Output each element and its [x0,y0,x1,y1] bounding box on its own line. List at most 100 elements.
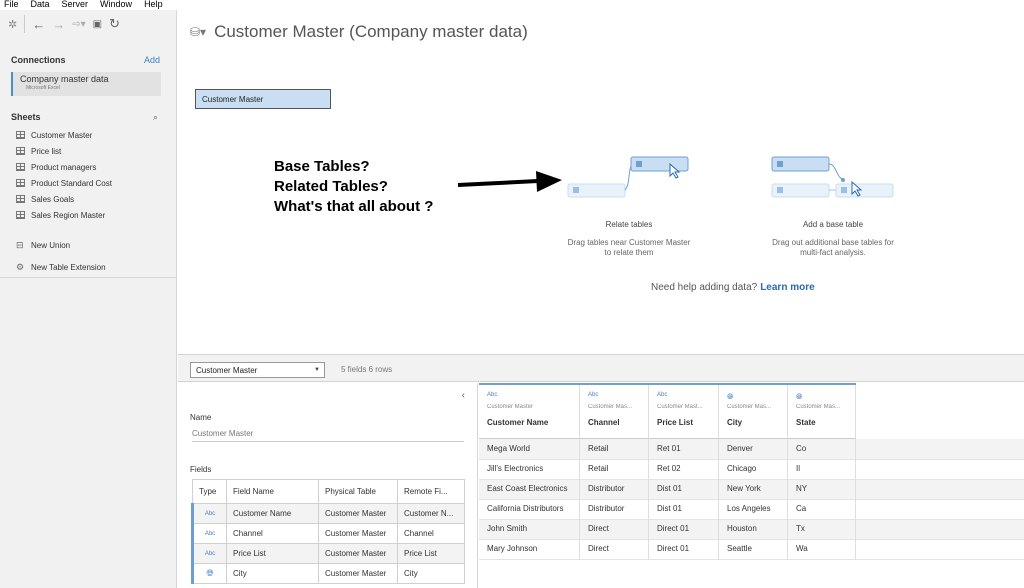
grid-cell: Los Angeles [719,499,788,519]
grid-cell: Chicago [719,459,788,479]
grid-cell: Wa [788,539,856,559]
type-badge[interactable]: Abc [191,543,227,564]
base-table-illustration [771,156,894,198]
globe-icon[interactable]: 🌐︎ [727,392,787,402]
grid-cell: Dist 01 [649,499,719,519]
column-header[interactable]: Remote Fi... [397,479,465,504]
grid-cell: Mega World [479,439,580,459]
grid-cell: California Distributors [479,499,580,519]
sheet-item[interactable]: Sales Region Master [16,207,112,223]
menu-file[interactable]: File [4,0,19,10]
tableau-logo-icon[interactable]: ✲ [8,18,17,31]
refresh-icon[interactable]: ↻ [109,16,120,32]
grid-cell: Direct [580,519,649,539]
sidebar-divider [0,277,176,278]
extra-actions: ⊟ New Union ⚙ New Table Extension [16,234,106,278]
table-row[interactable]: 🌐︎ City Customer Master City [191,563,465,584]
grid-cell: Retail [580,459,649,479]
connections-title: Connections [11,55,66,65]
relate-tables-desc: Drag tables near Customer Master to rela… [567,238,691,257]
connect-icon[interactable]: ⇨▾ [72,19,85,30]
column-header[interactable]: Type [192,479,227,504]
grid-cell: Denver [719,439,788,459]
chevron-down-icon: ▼ [314,367,320,373]
grid-cell: Houston [719,519,788,539]
column-header[interactable]: 🌐︎ Customer Mas... State [788,385,856,439]
data-sidebar: ✲ ← → ⇨▾ ▣ ↻ Connections Add Company mas… [0,10,177,588]
grid-cell: Tx [788,519,856,539]
add-connection-link[interactable]: Add [144,55,160,65]
grid-column: Abc Customer Mast... Price List Ret 01 R… [649,385,719,559]
extension-icon: ⚙ [16,261,25,272]
connection-type: Microsoft Excel [26,85,60,91]
annotation-arrow-icon [458,171,562,192]
learn-more-link[interactable]: Learn more [760,282,814,293]
fields-header-row: Type Field Name Physical Table Remote Fi… [192,479,465,504]
forward-arrow-icon[interactable]: → [52,17,65,32]
grid-cell: Mary Johnson [479,539,580,559]
sheet-item[interactable]: Price list [16,143,112,159]
data-source-title[interactable]: ⛁▾ Customer Master (Company master data) [190,22,528,42]
grid-cell: NY [788,479,856,499]
grid-cell: New York [719,479,788,499]
sheet-item[interactable]: Sales Goals [16,191,112,207]
column-header[interactable]: Abc Customer Mas... Channel [580,385,649,439]
sheet-item[interactable]: Product Standard Cost [16,175,112,191]
grid-cell: John Smith [479,519,580,539]
grid-column: 🌐︎ Customer Mas... State Co Il NY Ca Tx … [788,385,856,559]
database-icon: ⛁▾ [190,25,207,39]
save-icon[interactable]: ▣ [93,19,102,30]
grid-cell: Co [788,439,856,459]
type-badge[interactable]: Abc [191,523,227,544]
table-icon [16,163,25,171]
search-icon[interactable]: ⌕ [153,112,158,123]
grid-cell: Distributor [580,499,649,519]
customer-master-table-chip[interactable]: Customer Master [195,89,331,109]
new-table-extension-item[interactable]: ⚙ New Table Extension [16,256,106,278]
base-table-desc: Drag out additional base tables for mult… [772,238,894,257]
relate-tables-title: Relate tables [605,220,653,229]
base-table-title: Add a base table [802,220,864,229]
grid-column: Abc Customer Master Customer Name Mega W… [479,385,580,559]
connection-item[interactable]: Company master data Microsoft Excel [11,72,161,96]
back-arrow-icon[interactable]: ← [32,17,45,32]
table-row[interactable]: Abc Price List Customer Master Price Lis… [191,543,465,564]
table-row[interactable]: Abc Channel Customer Master Channel [191,523,465,544]
metadata-panel: ‹ Name Customer Master Fields Type Field… [178,383,478,588]
menu-window[interactable]: Window [100,0,132,10]
toolbar: ✲ ← → ⇨▾ ▣ ↻ [0,10,177,38]
table-row[interactable]: Abc Customer Name Customer Master Custom… [191,503,465,524]
grid-column: 🌐︎ Customer Mas... City Denver Chicago N… [719,385,788,559]
relate-tables-illustration [567,156,689,198]
globe-icon[interactable]: 🌐︎ [796,392,855,402]
table-select[interactable]: Customer Master ▼ [190,362,325,378]
table-name-field[interactable]: Customer Master [192,429,464,442]
help-line: Need help adding data? Learn more [651,282,815,293]
menu-server[interactable]: Server [62,0,89,10]
column-header[interactable]: Field Name [226,479,319,504]
menu-help[interactable]: Help [144,0,163,10]
menu-data[interactable]: Data [31,0,50,10]
grid-cell: Jill's Electronics [479,459,580,479]
column-header[interactable]: Abc Customer Master Customer Name [479,385,580,439]
table-icon [16,179,25,187]
fields-label: Fields [190,465,212,474]
data-source-canvas: ⛁▾ Customer Master (Company master data)… [178,10,1024,354]
grid-cell: Retail [580,439,649,459]
new-union-item[interactable]: ⊟ New Union [16,234,106,256]
grid-cell: Ret 02 [649,459,719,479]
toolbar-divider [24,15,26,33]
sheet-item[interactable]: Product managers [16,159,112,175]
type-badge[interactable]: Abc [191,503,227,524]
field-count: 5 fields 6 rows [341,365,393,374]
grid-cell: Il [788,459,856,479]
collapse-icon[interactable]: ‹ [462,390,465,401]
table-icon [16,195,25,203]
column-header[interactable]: Abc Customer Mast... Price List [649,385,719,439]
sheet-item[interactable]: Customer Master [16,127,112,143]
connection-name: Company master data [20,74,109,84]
column-header[interactable]: 🌐︎ Customer Mas... City [719,385,788,439]
grid-cell: Dist 01 [649,479,719,499]
column-header[interactable]: Physical Table [318,479,398,504]
globe-icon[interactable]: 🌐︎ [191,563,227,584]
